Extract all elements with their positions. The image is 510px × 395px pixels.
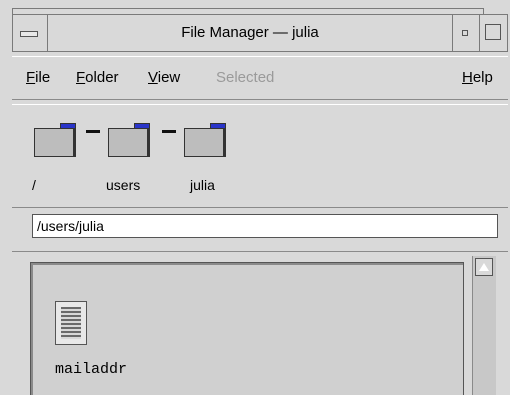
menu-folder[interactable]: Folder [76, 69, 119, 86]
folder-julia-label[interactable]: julia [190, 177, 215, 193]
file-name[interactable]: mailaddr [55, 361, 127, 378]
window-title: File Manager — julia [181, 24, 319, 41]
menu-help-mnemonic: H [462, 69, 473, 86]
menu-folder-label: older [85, 69, 119, 86]
text-file-icon[interactable] [55, 301, 87, 345]
menu-file[interactable]: File [26, 69, 50, 86]
maximize-icon [485, 24, 501, 40]
folder-users-label[interactable]: users [106, 177, 140, 193]
arrow-up-icon [479, 263, 489, 271]
window-menu-icon [20, 31, 38, 37]
menu-selected-label: Selected [216, 69, 275, 86]
scroll-up-button[interactable] [475, 258, 493, 276]
path-input[interactable]: /users/julia [32, 214, 498, 238]
menu-folder-mnemonic: F [76, 69, 86, 86]
folder-root-icon[interactable] [34, 123, 76, 157]
menu-selected: Selected [216, 69, 274, 86]
menu-file-mnemonic: F [26, 69, 36, 86]
menu-file-label: ile [35, 69, 51, 86]
folder-users-icon[interactable] [108, 123, 150, 157]
window-menu-button[interactable] [12, 14, 48, 52]
minimize-icon [462, 30, 468, 36]
menu-view[interactable]: View [148, 69, 180, 86]
path-separator [86, 130, 100, 133]
file-view-area[interactable]: mailaddr [30, 262, 464, 395]
path-separator [162, 130, 176, 133]
vertical-scrollbar[interactable] [472, 256, 496, 395]
menu-bar: File Folder View Selected Help [12, 56, 508, 100]
menu-view-mnemonic: V [148, 69, 158, 86]
menu-help[interactable]: Help [462, 69, 493, 86]
path-field-row: /users/julia [12, 210, 508, 252]
file-manager-window: File Manager — julia File Folder View Se… [0, 0, 510, 395]
maximize-button[interactable] [479, 14, 508, 52]
menu-help-label: elp [472, 69, 493, 86]
file-item-mailaddr[interactable]: mailaddr [55, 301, 175, 381]
minimize-button[interactable] [452, 14, 479, 52]
menu-view-label: iew [157, 69, 181, 86]
folder-root-label[interactable]: / [32, 177, 36, 193]
folder-path-panel: / users julia [12, 104, 508, 208]
folder-julia-icon[interactable] [184, 123, 226, 157]
